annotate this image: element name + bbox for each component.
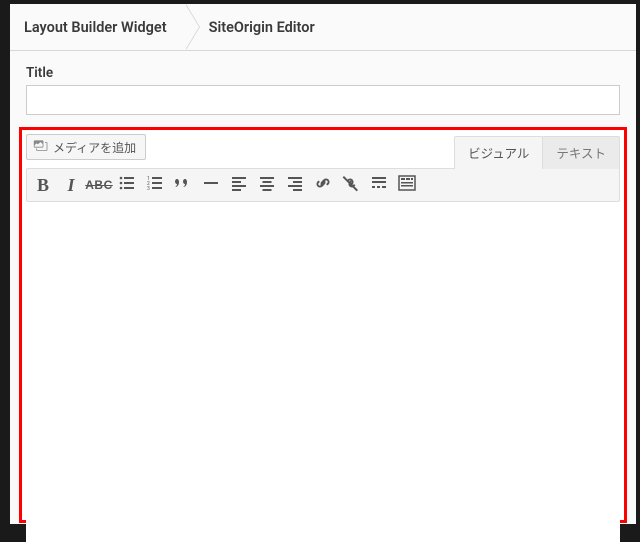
horizontal-rule-button[interactable] bbox=[197, 171, 225, 199]
blockquote-icon bbox=[173, 173, 193, 197]
add-media-label: メディアを追加 bbox=[53, 139, 136, 156]
widget-panel: Layout Builder Widget SiteOrigin Editor … bbox=[10, 4, 636, 524]
breadcrumb-label: Layout Builder Widget bbox=[24, 19, 167, 36]
bold-button[interactable]: B bbox=[29, 171, 57, 199]
italic-button[interactable]: I bbox=[57, 171, 85, 199]
panel-body: Title bbox=[10, 51, 636, 127]
breadcrumb-label: SiteOrigin Editor bbox=[209, 19, 315, 36]
breadcrumb-item-siteorigin-editor[interactable]: SiteOrigin Editor bbox=[185, 4, 333, 50]
align-right-icon bbox=[285, 173, 305, 197]
toolbar-toggle-icon bbox=[397, 173, 417, 197]
tab-label: ビジュアル bbox=[468, 147, 529, 162]
link-icon bbox=[313, 173, 333, 197]
breadcrumb-item-layout-builder[interactable]: Layout Builder Widget bbox=[10, 4, 185, 50]
blockquote-button[interactable] bbox=[169, 171, 197, 199]
bullet-list-button[interactable] bbox=[113, 171, 141, 199]
bullet-list-icon bbox=[117, 173, 137, 197]
title-label: Title bbox=[26, 65, 620, 81]
unlink-icon bbox=[341, 173, 361, 197]
breadcrumb: Layout Builder Widget SiteOrigin Editor bbox=[10, 4, 636, 51]
align-left-icon bbox=[229, 173, 249, 197]
editor-toolbar: B I ABC 123 bbox=[26, 168, 620, 202]
tab-visual[interactable]: ビジュアル bbox=[454, 136, 543, 169]
horizontal-rule-icon bbox=[201, 173, 221, 197]
insert-more-button[interactable] bbox=[365, 171, 393, 199]
editor-mode-tabs: ビジュアル テキスト bbox=[455, 134, 620, 168]
add-media-button[interactable]: メディアを追加 bbox=[26, 134, 146, 160]
media-icon bbox=[33, 138, 49, 157]
strikethrough-button[interactable]: ABC bbox=[85, 171, 113, 199]
tab-label: テキスト bbox=[556, 147, 606, 162]
editor-topbar: メディアを追加 ビジュアル テキスト bbox=[26, 134, 620, 168]
align-center-icon bbox=[257, 173, 277, 197]
numbered-list-icon: 123 bbox=[145, 173, 165, 197]
editor-highlight-box: メディアを追加 ビジュアル テキスト B I ABC bbox=[19, 127, 627, 523]
svg-text:3: 3 bbox=[147, 186, 150, 192]
editor-content-area[interactable] bbox=[26, 202, 620, 542]
align-center-button[interactable] bbox=[253, 171, 281, 199]
align-left-button[interactable] bbox=[225, 171, 253, 199]
tab-text[interactable]: テキスト bbox=[542, 136, 620, 169]
align-right-button[interactable] bbox=[281, 171, 309, 199]
insert-link-button[interactable] bbox=[309, 171, 337, 199]
numbered-list-button[interactable]: 123 bbox=[141, 171, 169, 199]
toolbar-toggle-button[interactable] bbox=[393, 171, 421, 199]
read-more-icon bbox=[369, 173, 389, 197]
title-input[interactable] bbox=[26, 85, 620, 115]
unlink-button[interactable] bbox=[337, 171, 365, 199]
